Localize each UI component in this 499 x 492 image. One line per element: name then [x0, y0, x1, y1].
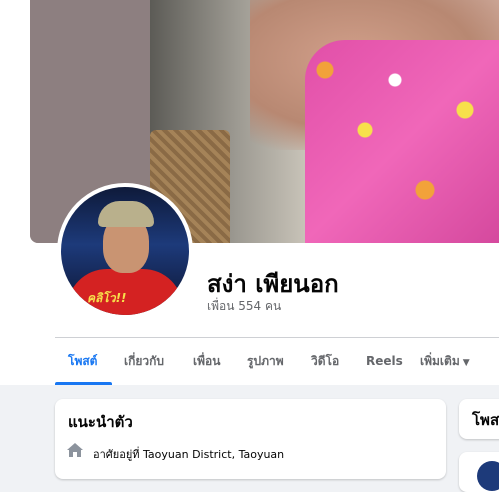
avatar-cap	[98, 201, 154, 227]
composer-avatar	[477, 461, 499, 491]
tab-photos-label: รูปภาพ	[247, 354, 284, 368]
avatar-image: คลิโว!!	[61, 187, 189, 315]
profile-header: คลิโว!! สง่า เพียนอก เพื่อน 554 คน โพสต์…	[0, 0, 499, 385]
caret-down-icon: ▼	[462, 358, 470, 368]
intro-title: แนะนำตัว	[68, 413, 133, 431]
intro-location: อาศัยอยู่ที่ Taoyuan District, Taoyuan	[93, 448, 285, 461]
friend-count[interactable]: เพื่อน 554 คน	[207, 297, 281, 316]
tab-reels[interactable]: Reels	[366, 338, 403, 385]
tab-videos[interactable]: วิดีโอ	[311, 338, 339, 385]
tab-about[interactable]: เกี่ยวกับ	[124, 338, 164, 385]
profile-tabs: โพสต์ เกี่ยวกับ เพื่อน รูปภาพ วิดีโอ Ree…	[55, 338, 499, 385]
tab-friends-label: เพื่อน	[193, 354, 221, 368]
intro-card: แนะนำตัว อาศัยอยู่ที่ Taoyuan District, …	[55, 399, 446, 479]
tab-more-label: เพิ่มเติม	[420, 354, 460, 368]
tab-posts[interactable]: โพสต์	[68, 338, 97, 385]
tab-friends[interactable]: เพื่อน	[193, 338, 220, 385]
tab-posts-label: โพสต์	[68, 354, 98, 368]
avatar-jacket-text: คลิโว!!	[87, 291, 127, 305]
posts-title: โพสต์	[472, 411, 499, 429]
post-composer[interactable]	[459, 452, 499, 492]
cover-dress	[305, 40, 499, 243]
tab-about-label: เกี่ยวกับ	[124, 354, 165, 368]
tab-photos[interactable]: รูปภาพ	[247, 338, 284, 385]
tab-more[interactable]: เพิ่มเติม ▼	[420, 338, 470, 385]
home-icon	[67, 443, 83, 457]
tab-reels-label: Reels	[366, 354, 403, 368]
active-tab-indicator	[55, 382, 112, 385]
profile-avatar[interactable]: คลิโว!!	[57, 183, 193, 319]
tab-videos-label: วิดีโอ	[311, 354, 340, 368]
posts-card: โพสต์	[459, 399, 499, 439]
